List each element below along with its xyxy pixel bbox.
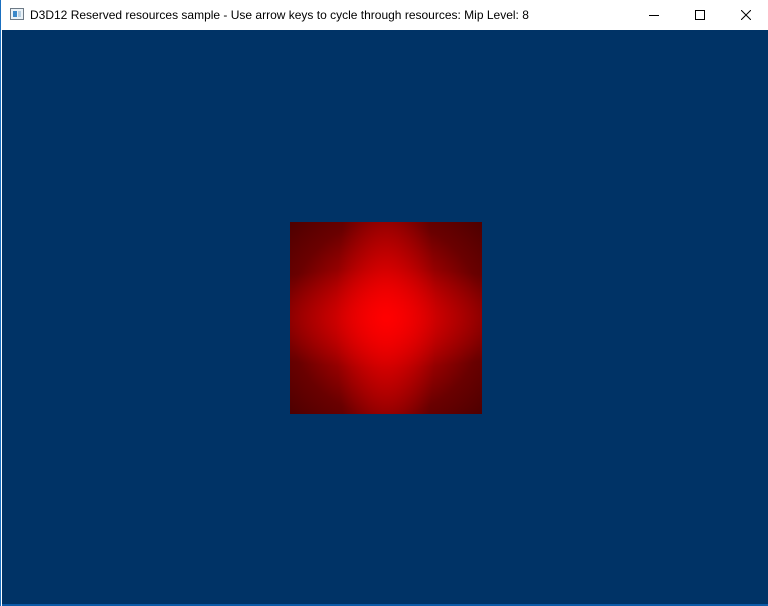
app-window-icon[interactable] bbox=[10, 8, 24, 20]
app-icon-pane-left bbox=[13, 11, 17, 17]
app-icon-pane-right bbox=[18, 11, 21, 17]
title-bar[interactable]: D3D12 Reserved resources sample - Use ar… bbox=[1, 0, 768, 30]
minimize-icon bbox=[649, 15, 659, 16]
minimize-button[interactable] bbox=[631, 0, 677, 30]
close-button[interactable] bbox=[723, 0, 768, 30]
window-title: D3D12 Reserved resources sample - Use ar… bbox=[30, 8, 529, 22]
maximize-button[interactable] bbox=[677, 0, 723, 30]
maximize-icon bbox=[695, 10, 705, 20]
reserved-resource-texture bbox=[290, 222, 482, 414]
app-window: D3D12 Reserved resources sample - Use ar… bbox=[0, 0, 768, 606]
close-icon bbox=[741, 10, 751, 20]
